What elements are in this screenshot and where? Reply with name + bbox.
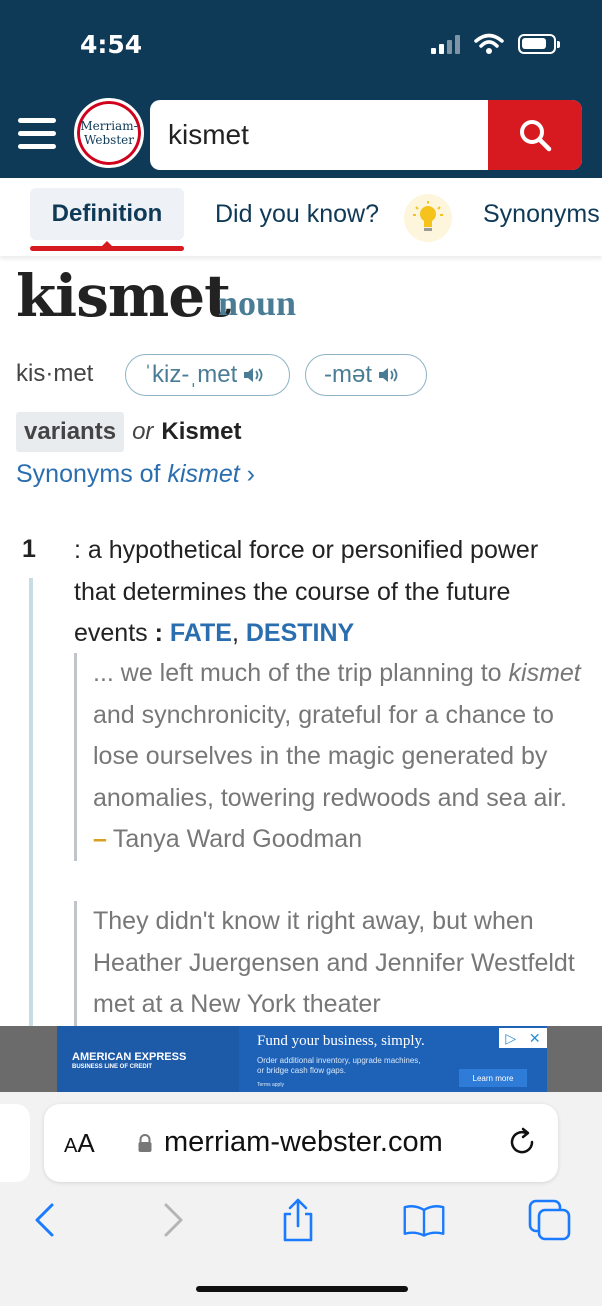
part-of-speech[interactable]: noun <box>218 282 296 324</box>
ad-brand: AMERICAN EXPRESS BUSINESS LINE OF CREDIT <box>72 1052 186 1071</box>
ad-brand-name: AMERICAN EXPRESS <box>72 1051 187 1063</box>
tabs-button[interactable] <box>528 1196 572 1244</box>
chevron-right-icon <box>164 1203 183 1237</box>
tab-did-you-know[interactable]: Did you know? <box>215 200 379 229</box>
merriam-webster-logo[interactable]: Merriam- Webster <box>74 98 144 168</box>
xref-destiny[interactable]: DESTINY <box>246 619 354 647</box>
definition-text: : a hypothetical force or personified po… <box>74 530 584 655</box>
ad-headline: Fund your business, simply. <box>257 1033 425 1049</box>
quote-1-italic: kismet <box>508 659 581 687</box>
quote-1-post: and synchronicity, grateful for a chance… <box>93 700 567 812</box>
chevron-right-icon: › <box>246 460 255 488</box>
quote-2-text: They didn't know it right away, but when… <box>93 907 575 1018</box>
search-input[interactable] <box>150 100 490 170</box>
wifi-icon <box>474 33 504 54</box>
or-text: or <box>132 418 154 445</box>
tab-synonyms[interactable]: Synonyms <box>483 200 600 229</box>
variant-word: Kismet <box>161 418 242 445</box>
ad-brand-sub: BUSINESS LINE OF CREDIT <box>72 1064 153 1070</box>
ad-choices-icon[interactable]: ▷ <box>505 1030 516 1047</box>
sense-number: 1 <box>22 535 36 563</box>
previous-tab-preview[interactable] <box>0 1104 30 1182</box>
synonyms-link[interactable]: Synonyms of kismet › <box>16 460 255 489</box>
ad-banner[interactable]: AMERICAN EXPRESS BUSINESS LINE OF CREDIT… <box>57 1026 547 1092</box>
search-button[interactable] <box>488 100 582 170</box>
definition-separator: : <box>147 619 170 647</box>
pronunciation-text-1: ˈkiz-ˌmet <box>144 361 238 388</box>
pronunciation-button-2[interactable]: -mət <box>305 354 427 396</box>
variants-label: variants <box>16 412 125 452</box>
pronunciation-button-1[interactable]: ˈkiz-ˌmet <box>125 354 290 396</box>
url-text[interactable]: merriam-webster.com <box>164 1126 443 1159</box>
variants-row: variants or Kismet <box>16 412 241 452</box>
active-tab-indicator <box>30 241 184 251</box>
speaker-icon <box>243 367 265 383</box>
synonyms-link-prefix: Synonyms of <box>16 460 168 488</box>
status-time: 4:54 <box>80 30 143 59</box>
search-box <box>150 100 582 170</box>
lock-icon <box>138 1134 152 1152</box>
xref-fate[interactable]: FATE <box>170 619 232 647</box>
ad-choices-close[interactable]: ▷ ✕ <box>499 1028 547 1048</box>
aa-small: A <box>64 1135 78 1157</box>
battery-icon <box>518 34 560 54</box>
tab-definition[interactable]: Definition <box>30 188 184 240</box>
ad-body: Order additional inventory, upgrade mach… <box>257 1056 421 1075</box>
cellular-signal-icon <box>431 34 460 54</box>
reload-icon[interactable] <box>506 1126 538 1158</box>
attribution-dash: – <box>93 825 107 853</box>
quote-1-author: Tanya Ward Goodman <box>112 825 363 853</box>
logo-line-2: Webster <box>84 133 134 147</box>
search-icon <box>520 120 552 152</box>
ad-close-icon[interactable]: ✕ <box>529 1030 541 1047</box>
book-icon <box>403 1205 445 1237</box>
lightbulb-icon[interactable] <box>404 194 452 242</box>
tabs-icon <box>528 1199 571 1241</box>
example-quote-1: ... we left much of the trip planning to… <box>74 653 594 861</box>
quote-1-pre: ... we left much of the trip planning to <box>93 659 509 687</box>
share-button[interactable] <box>276 1196 320 1244</box>
address-bar[interactable]: AA merriam-webster.com <box>44 1104 558 1182</box>
hamburger-menu-icon[interactable] <box>18 118 56 152</box>
quote-1-attribution: – Tanya Ward Goodman <box>93 819 594 861</box>
browser-nav-row <box>0 1192 602 1252</box>
browser-toolbar: AA merriam-webster.com <box>0 1092 602 1306</box>
sense-divider <box>29 578 33 1090</box>
status-icons <box>431 33 560 55</box>
ad-terms: Terms apply <box>257 1082 284 1088</box>
synonyms-link-word: kismet <box>167 460 240 488</box>
syllabification: kis·met <box>16 360 94 387</box>
ad-brand-panel: AMERICAN EXPRESS BUSINESS LINE OF CREDIT <box>57 1026 239 1092</box>
home-indicator[interactable] <box>196 1286 408 1292</box>
entry-tabs: Definition Did you know? Synonyms <box>0 178 602 256</box>
aa-big: A <box>77 1128 95 1158</box>
xref-comma: , <box>231 619 246 647</box>
example-quote-2: They didn't know it right away, but when… <box>74 901 594 1026</box>
chevron-left-icon <box>35 1203 54 1237</box>
logo-line-1: Merriam- <box>80 119 138 133</box>
back-button[interactable] <box>22 1196 66 1244</box>
reader-settings-button[interactable]: AA <box>64 1128 95 1159</box>
speaker-icon <box>378 367 400 383</box>
forward-button[interactable] <box>152 1196 196 1244</box>
share-icon <box>283 1198 313 1242</box>
headword: kismet <box>16 262 231 330</box>
pronunciation-text-2: -mət <box>324 361 372 388</box>
bookmarks-button[interactable] <box>402 1196 446 1244</box>
site-header: 4:54 Merriam- Webster <box>0 0 602 178</box>
ad-learn-more-button[interactable]: Learn more <box>459 1069 527 1087</box>
